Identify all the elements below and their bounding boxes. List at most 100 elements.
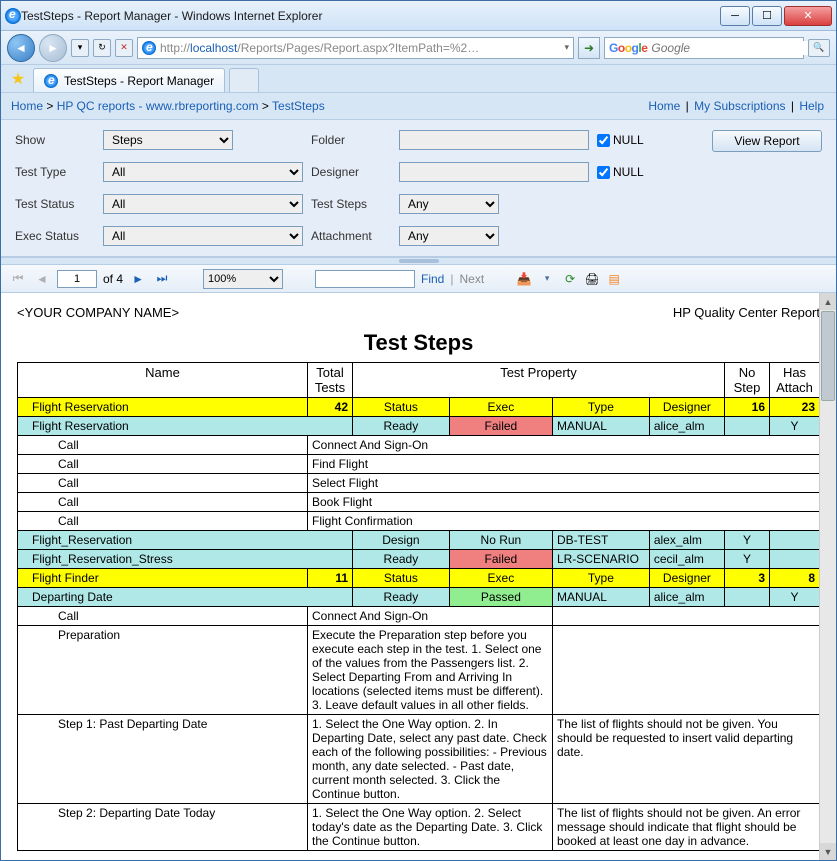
hdr-nostep: No Step xyxy=(725,363,770,398)
url-dropdown-icon[interactable]: ▾ xyxy=(564,42,569,53)
favorites-button[interactable]: ★ xyxy=(7,68,29,90)
google-icon: Google xyxy=(609,41,647,55)
hdr-attach: Has Attach xyxy=(770,363,820,398)
stop-button[interactable]: ✕ xyxy=(115,39,133,57)
select-attachment[interactable]: Any xyxy=(399,226,499,246)
hdr-property: Test Property xyxy=(353,363,725,398)
vertical-scrollbar[interactable]: ▲ ▼ xyxy=(819,293,836,860)
step-row: PreparationExecute the Preparation step … xyxy=(18,626,820,715)
tab-teststeps[interactable]: TestSteps - Report Manager xyxy=(33,68,225,92)
scroll-down-arrow[interactable]: ▼ xyxy=(820,843,836,860)
prev-page-button[interactable]: ◄ xyxy=(33,270,51,288)
search-options-button[interactable]: 🔍 xyxy=(808,39,830,57)
close-button[interactable]: ✕ xyxy=(784,6,832,26)
find-link[interactable]: Find xyxy=(421,272,444,286)
step-row: Step 1: Past Departing Date1. Select the… xyxy=(18,715,820,804)
find-next-link[interactable]: Next xyxy=(459,272,484,286)
print-icon[interactable]: 🖨 xyxy=(584,271,600,287)
recent-pages-dropdown[interactable]: ▾ xyxy=(71,39,89,57)
zoom-select[interactable]: 100% xyxy=(203,269,283,289)
select-test-steps[interactable]: Any xyxy=(399,194,499,214)
breadcrumb: Home > HP QC reports - www.rbreporting.c… xyxy=(1,93,836,120)
select-show[interactable]: Steps xyxy=(103,130,233,150)
refresh-report-icon[interactable]: ⟳ xyxy=(562,271,578,287)
step-row: CallFind Flight xyxy=(18,455,820,474)
export-dropdown[interactable]: ▾ xyxy=(538,270,556,288)
label-designer: Designer xyxy=(311,165,391,179)
checkbox-designer-null[interactable] xyxy=(597,166,610,179)
label-attachment: Attachment xyxy=(311,229,391,243)
nav-toolbar: ◄ ► ▾ ↻ ✕ http://localhost/Reports/Pages… xyxy=(1,31,836,65)
view-report-button[interactable]: View Report xyxy=(712,130,822,152)
link-help[interactable]: Help xyxy=(799,99,824,113)
label-folder: Folder xyxy=(311,133,391,147)
group-row: Flight Reservation42StatusExecTypeDesign… xyxy=(18,398,820,417)
feed-icon[interactable]: ▤ xyxy=(606,271,622,287)
forward-button[interactable]: ► xyxy=(39,34,67,62)
window-titlebar: TestSteps - Report Manager - Windows Int… xyxy=(1,1,836,31)
report-title: Test Steps xyxy=(17,330,820,356)
breadcrumb-home[interactable]: Home xyxy=(11,99,43,113)
report-toolbar: ⏮ ◄ of 4 ► ⏭ 100% Find | Next 📥 ▾ ⟳ 🖨 ▤ xyxy=(1,265,836,293)
step-row: CallConnect And Sign-On xyxy=(18,607,820,626)
hdr-total: Total Tests xyxy=(308,363,353,398)
tab-favicon xyxy=(44,74,58,88)
label-exec-status: Exec Status xyxy=(15,229,95,243)
url-text: http://localhost/Reports/Pages/Report.as… xyxy=(160,41,560,55)
minimize-button[interactable]: ─ xyxy=(720,6,750,26)
export-icon[interactable]: 📥 xyxy=(516,271,532,287)
checkbox-folder-null[interactable] xyxy=(597,134,610,147)
splitter[interactable] xyxy=(1,257,836,265)
refresh-button[interactable]: ↻ xyxy=(93,39,111,57)
page-number-input[interactable] xyxy=(57,270,97,288)
select-test-status[interactable]: All xyxy=(103,194,303,214)
label-show: Show xyxy=(15,133,95,147)
report-table: Name Total Tests Test Property No Step H… xyxy=(17,362,820,851)
test-row: Flight_Reservation_StressReadyFailedLR-S… xyxy=(18,550,820,569)
tab-title: TestSteps - Report Manager xyxy=(64,74,214,88)
hdr-name: Name xyxy=(18,363,308,398)
step-row: CallFlight Confirmation xyxy=(18,512,820,531)
next-page-button[interactable]: ► xyxy=(129,270,147,288)
test-row: Departing DateReadyPassedMANUALalice_alm… xyxy=(18,588,820,607)
search-box[interactable]: Google xyxy=(604,37,804,59)
tab-strip: ★ TestSteps - Report Manager xyxy=(1,65,836,93)
report-viewport[interactable]: <YOUR COMPANY NAME> HP Quality Center Re… xyxy=(1,293,836,860)
label-test-status: Test Status xyxy=(15,197,95,211)
back-button[interactable]: ◄ xyxy=(7,34,35,62)
label-test-steps: Test Steps xyxy=(311,197,391,211)
step-row: CallBook Flight xyxy=(18,493,820,512)
step-row: Step 2: Departing Date Today1. Select th… xyxy=(18,804,820,851)
link-home[interactable]: Home xyxy=(648,99,680,113)
group-row: Flight Finder11StatusExecTypeDesigner38 xyxy=(18,569,820,588)
search-input[interactable] xyxy=(651,41,808,55)
first-page-button[interactable]: ⏮ xyxy=(9,270,27,288)
page-total: of 4 xyxy=(103,272,123,286)
last-page-button[interactable]: ⏭ xyxy=(153,270,171,288)
step-row: CallConnect And Sign-On xyxy=(18,436,820,455)
window-title: TestSteps - Report Manager - Windows Int… xyxy=(21,9,720,23)
scroll-up-arrow[interactable]: ▲ xyxy=(820,293,836,310)
label-test-type: Test Type xyxy=(15,165,95,179)
step-row: CallSelect Flight xyxy=(18,474,820,493)
scroll-thumb[interactable] xyxy=(821,311,835,401)
page-icon xyxy=(142,41,156,55)
go-button[interactable]: ➜ xyxy=(578,37,600,59)
new-tab-button[interactable] xyxy=(229,68,259,92)
report-source: HP Quality Center Report xyxy=(673,305,820,320)
test-row: Flight_ReservationDesignNo RunDB-TESTale… xyxy=(18,531,820,550)
ie-icon xyxy=(5,8,21,24)
breadcrumb-folder[interactable]: HP QC reports - www.rbreporting.com xyxy=(57,99,259,113)
input-designer[interactable] xyxy=(399,162,589,182)
input-folder[interactable] xyxy=(399,130,589,150)
maximize-button[interactable]: ☐ xyxy=(752,6,782,26)
address-bar[interactable]: http://localhost/Reports/Pages/Report.as… xyxy=(137,37,574,59)
company-name: <YOUR COMPANY NAME> xyxy=(17,305,179,320)
link-my-subscriptions[interactable]: My Subscriptions xyxy=(694,99,785,113)
select-test-type[interactable]: All xyxy=(103,162,303,182)
find-input[interactable] xyxy=(315,270,415,288)
breadcrumb-report[interactable]: TestSteps xyxy=(272,99,325,113)
test-row: Flight ReservationReadyFailedMANUALalice… xyxy=(18,417,820,436)
select-exec-status[interactable]: All xyxy=(103,226,303,246)
parameters-panel: Show Steps Folder NULL Test Type All Des… xyxy=(1,120,836,257)
